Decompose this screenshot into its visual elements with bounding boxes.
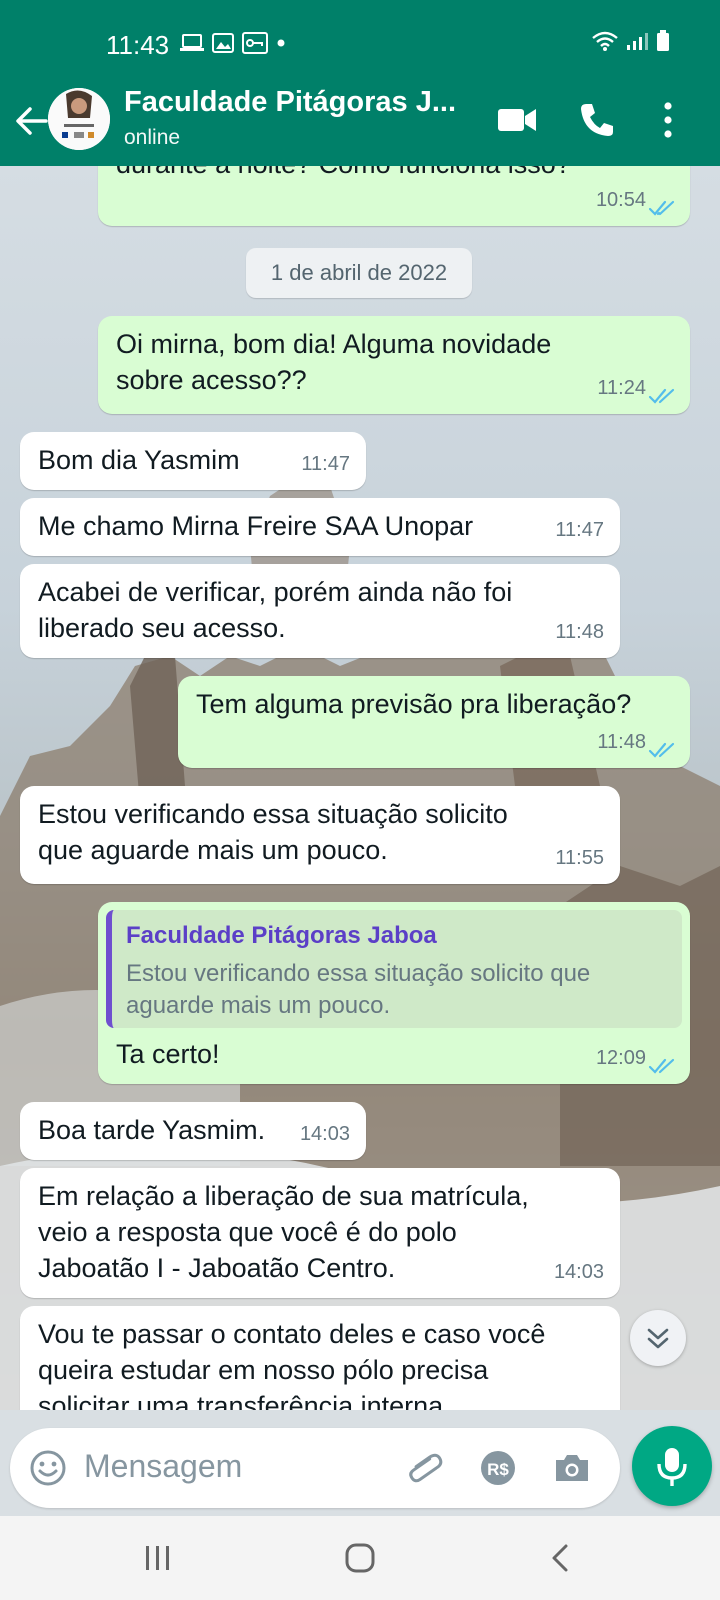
chat-area[interactable]: durante a noite? Como funciona isso? 10:…	[0, 166, 720, 1420]
message-bubble-outgoing[interactable]: durante a noite? Como funciona isso? 10:…	[98, 166, 690, 226]
status-system-icons	[592, 30, 670, 52]
message-time: 11:55	[555, 847, 604, 869]
message-bubble-incoming[interactable]: Me chamo Mirna Freire SAA Unopar 11:47	[20, 498, 620, 556]
battery-icon	[657, 30, 669, 51]
read-receipt-icon	[648, 742, 675, 758]
message-text: Em relação a liberação de sua matrícula,…	[38, 1181, 529, 1283]
avatar[interactable]	[48, 88, 110, 150]
message-bubble-outgoing[interactable]: Tem alguma previsão pra liberação? 11:48	[178, 676, 690, 768]
message-time: 10:54	[595, 189, 646, 211]
message-text: Oi mirna, bom dia! Alguma novidade sobre…	[116, 329, 552, 395]
date-separator: 1 de abril de 2022	[246, 248, 472, 298]
quoted-text: Estou verificando essa situação solicito…	[126, 960, 591, 1019]
signal-icon	[627, 33, 648, 50]
message-text: Acabei de verificar, porém ainda não foi…	[38, 577, 513, 643]
mic-icon	[657, 1448, 687, 1486]
double-chevron-down-icon	[647, 1328, 669, 1349]
message-bubble-incoming[interactable]: Acabei de verificar, porém ainda não foi…	[20, 564, 620, 658]
chat-header: Faculdade Pitágoras J... online	[0, 86, 720, 166]
more-options-icon[interactable]	[644, 96, 692, 144]
message-text: Vou te passar o contato deles e caso voc…	[38, 1319, 546, 1420]
message-text: durante a noite? Como funciona isso?	[116, 166, 672, 182]
message-bubble-incoming[interactable]: Boa tarde Yasmim. 14:03	[20, 1102, 366, 1160]
message-bubble-incoming[interactable]: Estou verificando essa situação solicito…	[20, 786, 620, 884]
payment-icon[interactable]: R$	[476, 1446, 520, 1490]
message-bubble-incoming[interactable]: Vou te passar o contato deles e caso voc…	[20, 1306, 620, 1420]
message-time: 11:48	[555, 621, 604, 643]
message-placeholder: Mensagem	[84, 1448, 243, 1484]
back-nav-icon[interactable]	[540, 1538, 584, 1578]
message-text: Tem alguma previsão pra liberação?	[196, 689, 632, 719]
message-bubble-incoming[interactable]: Bom dia Yasmim 11:47	[20, 432, 366, 490]
message-text: Estou verificando essa situação solicito…	[38, 799, 508, 865]
message-time: 11:47	[555, 519, 604, 541]
read-receipt-icon	[648, 388, 675, 404]
message-bubble-outgoing-reply[interactable]: Faculdade Pitágoras Jaboa Estou verifica…	[98, 902, 690, 1084]
status-notification-icons	[180, 32, 286, 54]
message-bubble-outgoing[interactable]: Oi mirna, bom dia! Alguma novidade sobre…	[98, 316, 690, 414]
message-time: 14:03	[299, 1123, 350, 1145]
image-icon	[212, 33, 234, 53]
dot-icon	[277, 39, 285, 47]
status-bar: 11:43	[0, 0, 720, 86]
mic-button[interactable]	[632, 1426, 712, 1506]
message-time: 11:48	[597, 731, 646, 753]
message-bubble-incoming[interactable]: Em relação a liberação de sua matrícula,…	[20, 1168, 620, 1298]
message-text: Ta certo!	[116, 1039, 220, 1069]
message-time: 11:47	[301, 453, 350, 475]
camera-icon[interactable]	[550, 1446, 594, 1490]
key-app-icon	[242, 32, 268, 54]
voice-call-icon[interactable]	[572, 96, 620, 144]
quoted-message[interactable]: Faculdade Pitágoras Jaboa Estou verifica…	[106, 910, 682, 1028]
read-receipt-icon	[648, 200, 675, 216]
message-time: 11:24	[597, 377, 646, 399]
wifi-icon	[592, 31, 618, 51]
emoji-icon[interactable]	[26, 1446, 70, 1490]
message-time: 14:03	[553, 1261, 604, 1283]
home-icon[interactable]	[338, 1538, 382, 1578]
system-navigation-bar	[0, 1516, 720, 1600]
svg-text:R$: R$	[487, 1460, 509, 1479]
scroll-to-bottom-button[interactable]	[630, 1310, 686, 1366]
composer-bar: Mensagem R$	[0, 1410, 720, 1516]
message-time: 12:09	[595, 1047, 646, 1069]
read-receipt-icon	[648, 1058, 675, 1074]
status-time: 11:43	[106, 30, 170, 60]
chat-title[interactable]: Faculdade Pitágoras J...	[124, 86, 474, 119]
video-call-icon[interactable]	[494, 96, 542, 144]
laptop-icon	[180, 34, 204, 51]
quoted-author: Faculdade Pitágoras Jaboa	[126, 922, 437, 949]
chat-status: online	[124, 126, 181, 149]
message-input[interactable]: Mensagem R$	[10, 1428, 620, 1508]
recent-apps-icon[interactable]	[136, 1538, 180, 1578]
profile-photo-icon	[48, 88, 110, 150]
attach-icon[interactable]	[402, 1446, 446, 1490]
message-text: Me chamo Mirna Freire SAA Unopar	[38, 511, 474, 541]
